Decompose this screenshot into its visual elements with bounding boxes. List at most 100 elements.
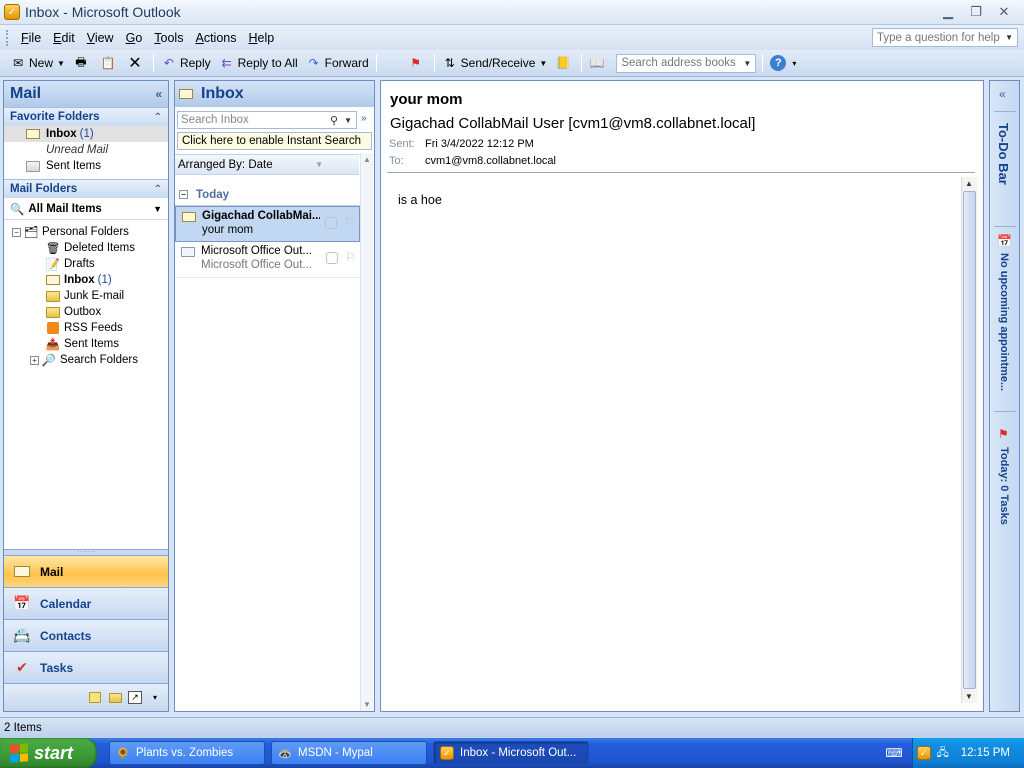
message-row[interactable]: Microsoft Office Out... Microsoft Office…: [175, 242, 360, 278]
scroll-thumb[interactable]: [963, 191, 976, 689]
clock[interactable]: 12:15 PM: [961, 747, 1010, 759]
tree-item-personal-folders[interactable]: − 🗂 Personal Folders: [4, 224, 168, 240]
shortcuts-icon[interactable]: ↗: [128, 691, 142, 704]
nav-button-tasks[interactable]: ✔ Tasks: [4, 651, 168, 683]
menu-view[interactable]: View: [81, 31, 120, 45]
taskbar-item-outlook[interactable]: ✓ Inbox - Microsoft Out...: [433, 741, 589, 765]
scroll-down-icon[interactable]: ▼: [363, 700, 371, 709]
tree-item-sent-items[interactable]: 📤 Sent Items: [4, 336, 168, 352]
collapse-section-icon[interactable]: ⌃: [154, 184, 162, 195]
message-row[interactable]: Gigachad CollabMai... your mom ⚐: [175, 206, 360, 242]
collapse-tree-icon[interactable]: −: [12, 227, 21, 237]
chevron-down-icon[interactable]: ▼: [57, 59, 65, 68]
scroll-up-icon[interactable]: ▲: [965, 179, 973, 188]
flag-icon[interactable]: ⚐: [344, 215, 355, 229]
restore-button[interactable]: ❐: [966, 3, 986, 21]
reply-button[interactable]: ↶ Reply: [157, 52, 215, 74]
chevron-down-icon[interactable]: ▼: [153, 204, 162, 214]
favorite-sent-items[interactable]: Sent Items: [4, 158, 168, 174]
address-book-button[interactable]: 📒: [551, 52, 578, 74]
tree-item-drafts[interactable]: 📝 Drafts: [4, 256, 168, 272]
sort-order-icon[interactable]: ▼: [315, 160, 323, 169]
search-address-books-input[interactable]: Search address books ▼: [616, 53, 757, 73]
search-address-books-placeholder: Search address books: [621, 57, 736, 69]
favorite-unread-mail[interactable]: Unread Mail: [4, 142, 168, 158]
message-sender[interactable]: Gigachad CollabMail User [cvm1@vm8.colla…: [390, 115, 755, 132]
group-header-today[interactable]: − Today: [175, 184, 360, 206]
tree-item-rss-feeds[interactable]: RSS Feeds: [4, 320, 168, 336]
delete-button[interactable]: ✕: [123, 52, 150, 74]
outlook-tray-icon[interactable]: ✓: [916, 746, 931, 760]
today-tasks[interactable]: Today: 0 Tasks: [998, 447, 1010, 525]
nav-button-calendar[interactable]: 📅 Calendar: [4, 587, 168, 619]
folder-list-icon[interactable]: [108, 691, 122, 704]
tree-item-junk-email[interactable]: Junk E-mail: [4, 288, 168, 304]
help-button[interactable]: ?: [766, 52, 790, 74]
menu-edit[interactable]: Edit: [47, 31, 81, 45]
network-tray-icon[interactable]: 🖧: [937, 744, 949, 763]
tree-item-inbox[interactable]: Inbox (1): [4, 272, 168, 288]
flag-icon[interactable]: ⚑: [998, 427, 1009, 441]
move-to-folder-button[interactable]: 📋: [96, 52, 123, 74]
collapse-pane-icon[interactable]: «: [155, 87, 162, 101]
expand-tree-icon[interactable]: +: [30, 355, 39, 365]
ask-question-input[interactable]: Type a question for help ▼: [872, 28, 1018, 47]
configure-buttons-icon[interactable]: ▾: [148, 691, 162, 704]
print-button[interactable]: 🖶: [69, 52, 96, 74]
tree-item-outbox[interactable]: Outbox: [4, 304, 168, 320]
expand-query-builder-icon[interactable]: »: [361, 113, 367, 124]
menu-tools[interactable]: Tools: [148, 31, 189, 45]
toolbar-options-button[interactable]: ▾: [790, 52, 798, 74]
tree-item-search-folders[interactable]: + 🔎 Search Folders: [4, 352, 168, 368]
start-button[interactable]: start: [0, 738, 97, 768]
search-inbox-input[interactable]: Search Inbox ⚲ ▼: [177, 111, 357, 129]
taskbar-item-msdn-mypal[interactable]: 🦝 MSDN - Mypal: [271, 741, 427, 765]
chevron-down-icon[interactable]: ▼: [344, 116, 352, 125]
expand-todo-bar-icon[interactable]: «: [999, 87, 1006, 101]
menu-file[interactable]: File: [15, 31, 47, 45]
reply-all-button[interactable]: ⇇ Reply to All: [215, 52, 302, 74]
arranged-by-header[interactable]: Arranged By: Date ▼: [175, 154, 359, 175]
nav-button-contacts[interactable]: 📇 Contacts: [4, 619, 168, 651]
flag-icon[interactable]: ⚐: [345, 250, 356, 264]
category-icon[interactable]: [326, 252, 338, 264]
taskbar-item-plants-vs-zombies[interactable]: 🌻 Plants vs. Zombies: [109, 741, 265, 765]
chevron-down-icon[interactable]: ▼: [743, 59, 751, 68]
enable-instant-search-link[interactable]: Click here to enable Instant Search: [177, 132, 372, 150]
notes-icon[interactable]: [88, 691, 102, 704]
to-value[interactable]: cvm1@vm8.collabnet.local: [425, 155, 556, 167]
nav-button-mail[interactable]: Mail: [4, 555, 168, 587]
favorite-folders-header[interactable]: Favorite Folders ⌃: [4, 107, 168, 126]
collapse-section-icon[interactable]: ⌃: [154, 112, 162, 123]
close-button[interactable]: ✕: [994, 3, 1014, 21]
collapse-group-icon[interactable]: −: [179, 190, 188, 199]
outlook-app-icon[interactable]: ✓: [4, 4, 20, 20]
find-contact-button[interactable]: 📖: [585, 52, 612, 74]
calendar-icon[interactable]: 📅: [997, 234, 1012, 248]
categorize-button[interactable]: [380, 52, 404, 74]
menu-actions[interactable]: Actions: [189, 31, 242, 45]
upcoming-appointments[interactable]: No upcoming appointme...: [998, 253, 1010, 391]
menu-go[interactable]: Go: [120, 31, 149, 45]
send-receive-button[interactable]: ⇅ Send/Receive ▼: [438, 52, 552, 74]
todo-bar-title[interactable]: To-Do Bar: [996, 123, 1011, 185]
mail-folders-header[interactable]: Mail Folders ⌃: [4, 179, 168, 198]
new-button[interactable]: ✉ New ▼: [6, 52, 69, 74]
scroll-up-icon[interactable]: ▲: [363, 155, 371, 164]
search-icon[interactable]: ⚲: [330, 114, 338, 127]
follow-up-button[interactable]: ⚑: [404, 52, 431, 74]
menu-help[interactable]: Help: [242, 31, 280, 45]
category-icon[interactable]: [325, 217, 337, 229]
menu-grip[interactable]: [6, 29, 9, 46]
keyboard-icon[interactable]: ⌨: [885, 746, 902, 760]
message-list-scrollbar[interactable]: ▲ ▼: [360, 153, 374, 711]
forward-button[interactable]: ↷ Forward: [302, 52, 373, 74]
chevron-down-icon[interactable]: ▼: [1005, 33, 1013, 42]
scroll-down-icon[interactable]: ▼: [965, 692, 973, 701]
minimize-button[interactable]: ▁: [938, 3, 958, 21]
all-mail-items-dropdown[interactable]: 🔍 All Mail Items ▼: [4, 198, 168, 220]
favorite-inbox[interactable]: Inbox (1): [4, 126, 168, 142]
tree-item-deleted-items[interactable]: 🗑 Deleted Items: [4, 240, 168, 256]
reading-pane-scrollbar[interactable]: ▲ ▼: [961, 177, 977, 703]
chevron-down-icon[interactable]: ▼: [539, 59, 547, 68]
